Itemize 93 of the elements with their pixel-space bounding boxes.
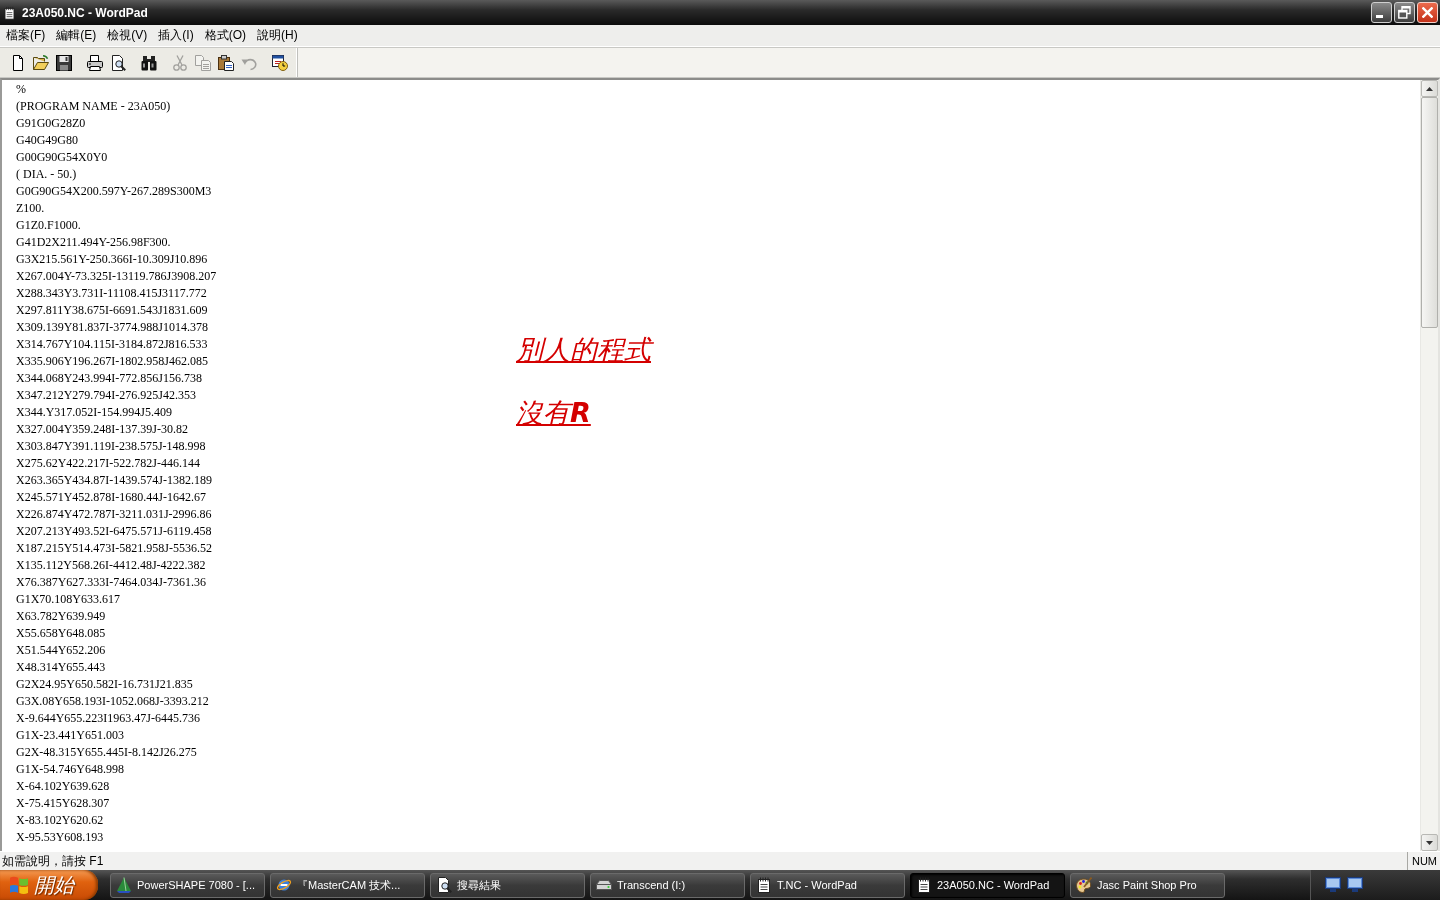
printer-icon bbox=[86, 54, 103, 71]
menu-item[interactable]: 說明(H) bbox=[252, 25, 303, 46]
menu-item[interactable]: 插入(I) bbox=[153, 25, 199, 46]
code-line: % bbox=[16, 81, 26, 98]
palette-icon bbox=[1076, 877, 1092, 893]
code-line: X226.874Y472.787I-3211.031J-2996.86 bbox=[16, 506, 212, 523]
close-button[interactable] bbox=[1417, 2, 1438, 23]
code-line: X303.847Y391.119I-238.575J-148.998 bbox=[16, 438, 206, 455]
page-magnifier-icon bbox=[436, 877, 452, 893]
code-line: X263.365Y434.87I-1439.574J-1382.189 bbox=[16, 472, 212, 489]
taskbar-button[interactable]: 搜尋結果 bbox=[430, 872, 585, 898]
monitor-icon bbox=[1325, 877, 1341, 893]
monitor-icon bbox=[1347, 877, 1363, 893]
window-title: 23A050.NC - WordPad bbox=[22, 5, 148, 20]
code-line: G1Z0.F1000. bbox=[16, 217, 81, 234]
notepad-icon bbox=[756, 877, 772, 893]
scroll-up-button[interactable] bbox=[1421, 80, 1438, 97]
code-line: (PROGRAM NAME - 23A050) bbox=[16, 98, 171, 115]
taskbar-button[interactable]: 23A050.NC - WordPad bbox=[910, 872, 1065, 898]
code-line: X63.782Y639.949 bbox=[16, 608, 106, 625]
code-line: X76.387Y627.333I-7464.034J-7361.36 bbox=[16, 574, 206, 591]
code-line: X-95.53Y608.193 bbox=[16, 829, 104, 846]
code-line: X-75.415Y628.307 bbox=[16, 795, 110, 812]
code-line: X314.767Y104.115I-3184.872J816.533 bbox=[16, 336, 208, 353]
taskbar-button[interactable]: PowerSHAPE 7080 - [... bbox=[110, 872, 265, 898]
menu-item[interactable]: 編輯(E) bbox=[51, 25, 102, 46]
code-line: X48.314Y655.443 bbox=[16, 659, 106, 676]
code-line: X135.112Y568.26I-4412.48J-4222.382 bbox=[16, 557, 206, 574]
code-line: X267.004Y-73.325I-13119.786J3908.207 bbox=[16, 268, 217, 285]
code-line: G0G90G54X200.597Y-267.289S300M3 bbox=[16, 183, 212, 200]
notepad-icon bbox=[916, 877, 932, 893]
code-line: G2X-48.315Y655.445I-8.142J26.275 bbox=[16, 744, 197, 761]
code-line: G3X.08Y658.193I-1052.068J-3393.212 bbox=[16, 693, 209, 710]
code-line: G41D2X211.494Y-256.98F300. bbox=[16, 234, 171, 251]
code-line: G00G90G54X0Y0 bbox=[16, 149, 108, 166]
flag-icon bbox=[10, 876, 28, 894]
notepad-icon bbox=[3, 4, 16, 21]
code-line: X344.068Y243.994I-772.856J156.738 bbox=[16, 370, 202, 387]
minimize-button[interactable] bbox=[1371, 2, 1392, 23]
two-pages-icon bbox=[194, 54, 211, 71]
sailboat-icon bbox=[116, 877, 132, 893]
menu-item[interactable]: 格式(O) bbox=[199, 25, 251, 46]
status-text: 如需說明，請按 F1 bbox=[1, 852, 104, 870]
calendar-clock-icon bbox=[271, 54, 288, 71]
code-line: G2X24.95Y650.582I-16.731J21.835 bbox=[16, 676, 193, 693]
scroll-thumb[interactable] bbox=[1421, 97, 1438, 328]
code-line: X275.62Y422.217I-522.782J-446.144 bbox=[16, 455, 200, 472]
binoculars-icon bbox=[140, 54, 157, 71]
code-line: X187.215Y514.473I-5821.958J-5536.52 bbox=[16, 540, 212, 557]
scroll-down-button[interactable] bbox=[1421, 834, 1438, 851]
code-line: X344.Y317.052I-154.994J5.409 bbox=[16, 404, 172, 421]
menu-item[interactable]: 檔案(F) bbox=[1, 25, 51, 46]
code-line: X347.212Y279.794I-276.925J42.353 bbox=[16, 387, 196, 404]
restore-icon bbox=[1398, 6, 1411, 19]
code-line: X288.343Y3.731I-11108.415J3117.772 bbox=[16, 285, 207, 302]
code-line: X-83.102Y620.62 bbox=[16, 812, 104, 829]
code-line: X245.571Y452.878I-1680.44J-1642.67 bbox=[16, 489, 206, 506]
scrollbar[interactable] bbox=[1420, 80, 1438, 851]
code-line: Z100. bbox=[16, 200, 45, 217]
up-arrow-icon bbox=[1426, 86, 1433, 91]
code-line: X207.213Y493.52I-6475.571J-6119.458 bbox=[16, 523, 212, 540]
code-line: G91G0G28Z0 bbox=[16, 115, 86, 132]
minimize-icon bbox=[1376, 15, 1383, 18]
clipboard-icon bbox=[217, 54, 234, 71]
down-arrow-icon bbox=[1426, 840, 1433, 845]
annotation-text: 沒有R bbox=[516, 397, 591, 429]
code-line: X-9.644Y655.223I1963.47J-6445.736 bbox=[16, 710, 200, 727]
code-line: X309.139Y81.837I-3774.988J1014.378 bbox=[16, 319, 208, 336]
taskbar-button[interactable]: Transcend (I:) bbox=[590, 872, 745, 898]
folder-icon bbox=[32, 54, 49, 71]
page-magnifier-icon bbox=[109, 54, 126, 71]
taskbar-button[interactable]: T.NC - WordPad bbox=[750, 872, 905, 898]
restore-button[interactable] bbox=[1394, 2, 1415, 23]
close-icon bbox=[1422, 7, 1433, 18]
code-line: X55.658Y648.085 bbox=[16, 625, 106, 642]
drive-icon bbox=[596, 877, 612, 893]
taskbar-button[interactable]: 『MasterCAM 技术... bbox=[270, 872, 425, 898]
code-line: G40G49G80 bbox=[16, 132, 78, 149]
code-line: G1X70.108Y633.617 bbox=[16, 591, 120, 608]
code-line: X-64.102Y639.628 bbox=[16, 778, 110, 795]
code-line: X335.906Y196.267I-1802.958J462.085 bbox=[16, 353, 208, 370]
code-line: X51.544Y652.206 bbox=[16, 642, 106, 659]
code-line: G1X-54.746Y648.998 bbox=[16, 761, 124, 778]
code-line: G1X-23.441Y651.003 bbox=[16, 727, 124, 744]
taskbar-button[interactable]: Jasc Paint Shop Pro bbox=[1070, 872, 1225, 898]
start-button[interactable]: 開始 bbox=[0, 870, 98, 900]
orbit-globe-icon bbox=[276, 877, 292, 893]
scissors-icon bbox=[171, 54, 188, 71]
code-line: G3X215.561Y-250.366I-10.309J10.896 bbox=[16, 251, 208, 268]
code-line: X297.811Y38.675I-6691.543J1831.609 bbox=[16, 302, 208, 319]
menu-item[interactable]: 檢視(V) bbox=[102, 25, 153, 46]
code-line: X327.004Y359.248I-137.39J-30.82 bbox=[16, 421, 188, 438]
code-line: ( DIA. - 50.) bbox=[16, 166, 77, 183]
